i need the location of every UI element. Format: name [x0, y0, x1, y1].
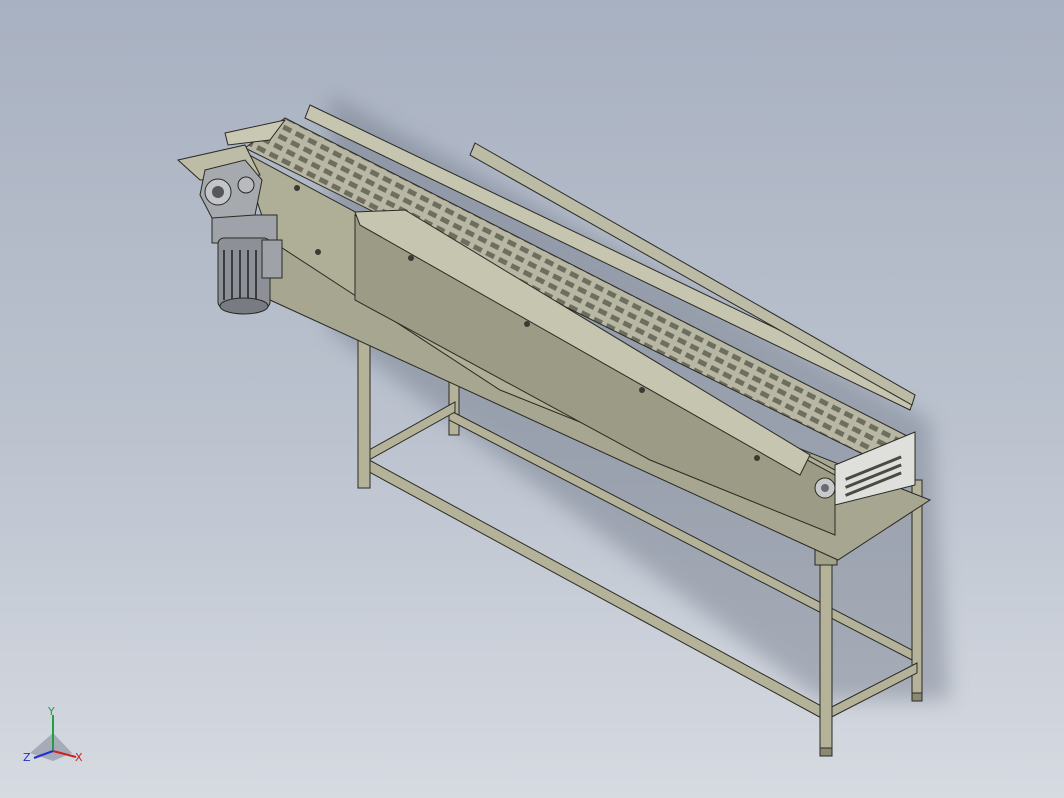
- y-axis-label: Y: [47, 705, 55, 718]
- conveyor-model[interactable]: [0, 0, 1064, 798]
- z-axis-label: Z: [23, 751, 31, 764]
- graphics-viewport[interactable]: X Y Z: [0, 0, 1064, 798]
- axis-triad: X Y Z: [23, 705, 83, 764]
- tail-bearing-hub: [821, 484, 829, 492]
- x-axis-label: X: [75, 751, 83, 764]
